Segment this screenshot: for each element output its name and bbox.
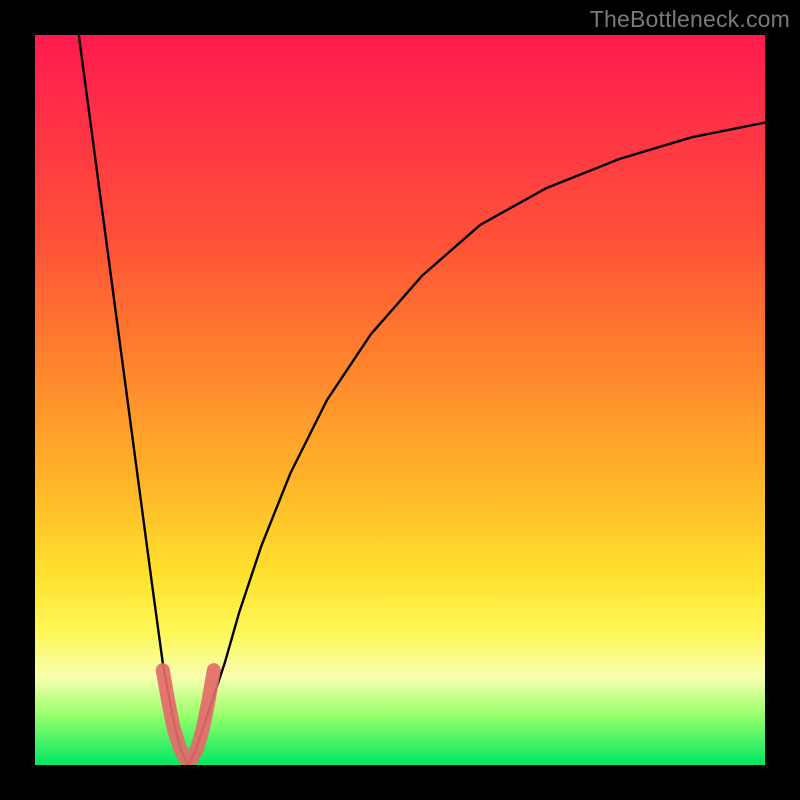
chart-frame: TheBottleneck.com xyxy=(0,0,800,800)
bottleneck-curve xyxy=(79,35,765,765)
watermark-text: TheBottleneck.com xyxy=(590,6,790,33)
chart-svg xyxy=(35,35,765,765)
chart-plot-area xyxy=(35,35,765,765)
trough-highlight xyxy=(163,670,214,761)
